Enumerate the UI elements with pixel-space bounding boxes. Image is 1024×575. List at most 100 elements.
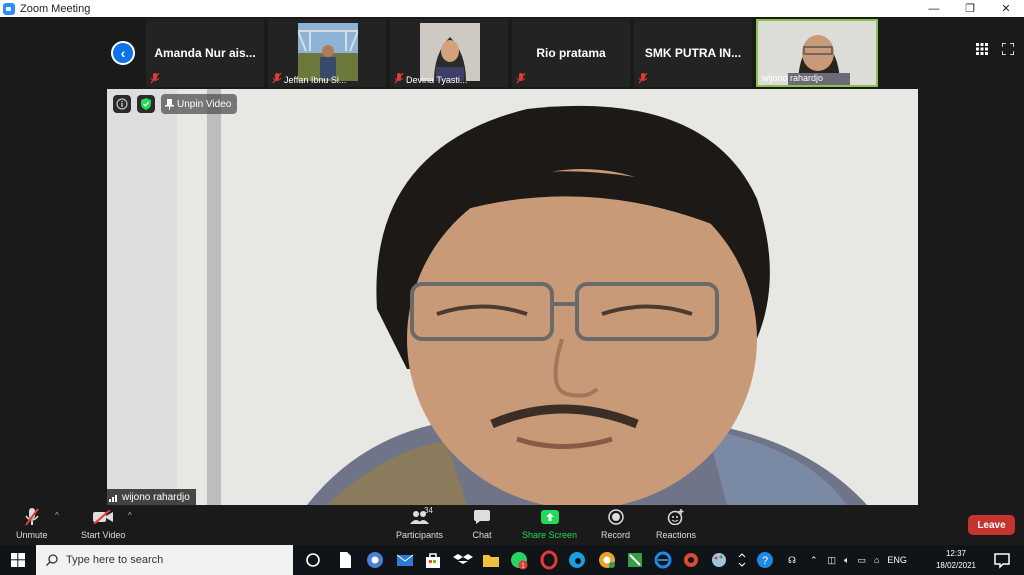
security-button[interactable] [137,95,155,113]
unmute-label: Unmute [16,530,48,540]
fullscreen-icon[interactable] [1002,43,1014,55]
video-options-caret-icon[interactable]: ^ [128,511,132,520]
mic-muted-icon [150,73,160,84]
unpin-video-label: Unpin Video [177,98,232,110]
participant-name: Devina Tyasti... [406,75,468,85]
info-icon [116,98,128,110]
taskbar-search-box[interactable]: Type here to search [36,545,293,575]
participants-button[interactable]: 34 Participants [396,506,443,540]
close-button[interactable]: ✕ [988,0,1024,17]
unpin-video-button[interactable]: Unpin Video [161,94,238,114]
windows-logo-icon [11,553,25,567]
chrome-browser-icon[interactable] [365,550,385,570]
video-off-icon [93,510,114,524]
reactions-label: Reactions [656,530,697,540]
participant-tile-active[interactable]: wijono rahardjo [756,19,878,87]
people-icon[interactable]: ☊ [788,555,796,566]
zoom-window: Zoom Meeting — ❐ ✕ ‹ Amanda Nur ais... J… [0,0,1024,575]
speaker-name-label: wijono rahardjo [107,489,196,505]
paint-app-icon[interactable] [709,550,729,570]
whatsapp-icon[interactable]: 1 [509,550,529,570]
battery-icon[interactable]: ▭ [857,555,866,566]
edge-browser-icon[interactable] [567,550,587,570]
reactions-button[interactable]: Reactions [656,507,696,540]
notifications-icon[interactable] [992,550,1012,570]
signal-strength-icon [109,494,117,502]
mic-muted-icon [272,73,282,84]
sheets-app-icon[interactable] [625,550,645,570]
participant-name: SMK PUTRA IN... [644,46,742,60]
participant-tile[interactable]: Rio pratama [512,19,630,87]
opera-browser-icon[interactable] [539,550,559,570]
store-bag-icon[interactable] [423,550,443,570]
participant-name: Amanda Nur ais... [154,46,256,60]
minimize-button[interactable]: — [916,0,952,17]
record-icon [607,509,624,525]
task-view-icon[interactable] [303,550,323,570]
title-bar: Zoom Meeting — ❐ ✕ [0,0,1024,17]
taskbar-clock[interactable]: 12:37 18/02/2021 [930,548,982,572]
internet-explorer-icon[interactable] [653,550,673,570]
participant-tile[interactable]: Devina Tyasti... [390,19,508,87]
speaker-video-feed [107,89,918,505]
mail-icon[interactable] [395,550,415,570]
active-speaker-video[interactable]: Unpin Video wijono rahardjo [107,89,918,505]
help-icon[interactable]: ? [755,550,775,570]
mic-muted-icon [394,73,404,84]
start-video-button[interactable]: Start Video [81,507,125,540]
gallery-view-icon[interactable] [976,43,988,55]
participant-name: Jeffan Ibnu Si... [284,75,347,85]
search-placeholder: Type here to search [66,554,164,566]
speaker-name: wijono rahardjo [122,491,190,503]
participant-video-thumbnail [298,23,358,81]
participant-tile[interactable]: SMK PUTRA IN... [634,19,752,87]
participant-name: wijono rahardjo [762,73,824,83]
chat-bubble-icon [474,510,490,524]
file-document-icon[interactable] [335,550,355,570]
clock-date: 18/02/2021 [935,561,977,570]
app-icon[interactable] [681,550,701,570]
mic-muted-icon [638,73,648,84]
window-title: Zoom Meeting [20,2,91,15]
chat-button[interactable]: Chat [470,507,494,540]
volume-icon[interactable]: 🔈︎ [844,555,849,566]
share-screen-label: Share Screen [522,530,578,540]
audio-options-caret-icon[interactable]: ^ [55,511,59,520]
show-hidden-icons-chevron-icon[interactable]: ⌃ [810,555,818,566]
search-icon [46,554,58,566]
mic-muted-icon [516,73,526,84]
meeting-info-button[interactable] [113,95,131,113]
svg-text:?: ? [762,555,768,567]
shield-check-icon [141,98,151,110]
file-explorer-icon[interactable] [481,550,501,570]
share-screen-button[interactable]: Share Screen [522,507,577,540]
meeting-toolbar: Unmute ^ Start Video ^ 34 Participants C… [0,505,1024,545]
participant-tile[interactable]: Jeffan Ibnu Si... [268,19,386,87]
taskbar-scroll-icon[interactable] [737,550,747,570]
meeting-area: ‹ Amanda Nur ais... Jeffan Ibnu Si... De… [0,17,1024,505]
clock-time: 12:37 [945,549,967,558]
network-icon[interactable]: ⌂ [874,555,879,565]
record-button[interactable]: Record [601,507,630,540]
leave-button[interactable]: Leave [968,515,1015,535]
record-label: Record [601,530,631,540]
mic-muted-icon [24,508,39,526]
chevron-left-icon: ‹ [120,45,126,61]
share-screen-icon [540,510,559,524]
chat-label: Chat [472,530,492,540]
participant-tile[interactable]: Amanda Nur ais... [146,19,264,87]
language-indicator[interactable]: ENG [887,555,907,565]
windows-taskbar: Type here to search 1 ? ☊ ⌃ ◫ 🔈︎ ▭ ⌂ ENG [0,545,1024,575]
restore-button[interactable]: ❐ [952,0,988,17]
system-tray: ☊ ⌃ ◫ 🔈︎ ▭ ⌂ ENG [788,545,915,575]
chrome-profile-icon[interactable] [597,550,617,570]
meet-now-icon[interactable]: ◫ [828,555,837,566]
start-button[interactable] [0,545,36,575]
participants-count: 34 [424,506,433,515]
dropbox-icon[interactable] [453,550,473,570]
zoom-app-icon [3,2,15,15]
participant-video-thumbnail [420,23,480,81]
unmute-button[interactable]: Unmute [16,507,48,540]
previous-page-button[interactable]: ‹ [111,41,135,65]
pin-icon [165,98,174,110]
